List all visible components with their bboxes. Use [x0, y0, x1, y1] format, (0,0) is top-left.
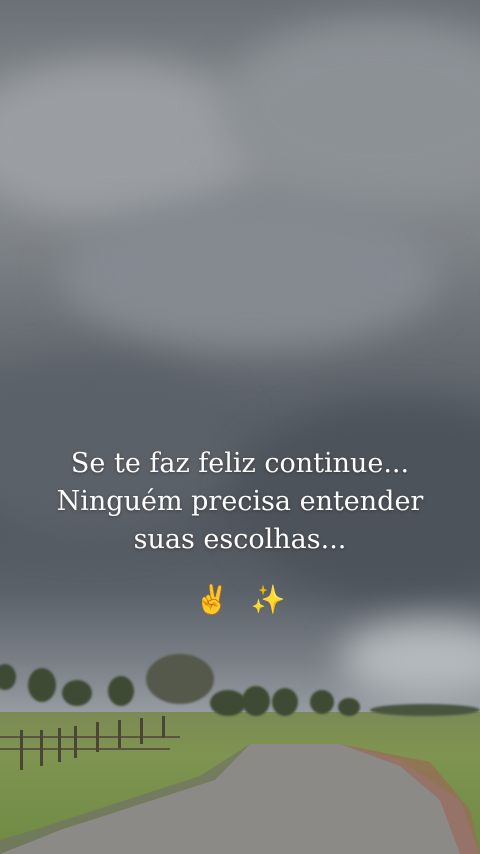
tree: [108, 676, 134, 706]
tree: [370, 704, 480, 716]
tree: [310, 690, 334, 714]
victory-hand-icon: ✌️: [194, 583, 230, 616]
tree: [242, 686, 270, 716]
fence-rail: [0, 736, 180, 738]
cloud: [60, 200, 440, 350]
tree: [28, 668, 56, 702]
tree: [146, 654, 214, 704]
caption-line-2: Ninguém precisa entender: [56, 486, 424, 517]
tree: [210, 690, 246, 716]
caption-text: Se te faz feliz continue... Ninguém prec…: [40, 445, 440, 559]
caption-line-1: Se te faz feliz continue...: [70, 448, 410, 479]
emoji-row: ✌️ ✨: [0, 580, 480, 620]
photo-background: Se te faz feliz continue... Ninguém prec…: [0, 0, 480, 854]
cloud: [220, 20, 480, 200]
fence-post: [162, 716, 165, 738]
tree: [62, 680, 92, 706]
cloud: [340, 620, 480, 700]
tree: [338, 698, 360, 716]
caption-line-3: suas escolhas...: [133, 524, 347, 555]
cloud: [0, 60, 260, 220]
tree: [272, 688, 298, 716]
dirt-road: [0, 744, 480, 854]
sparkles-icon: ✨: [250, 583, 286, 616]
